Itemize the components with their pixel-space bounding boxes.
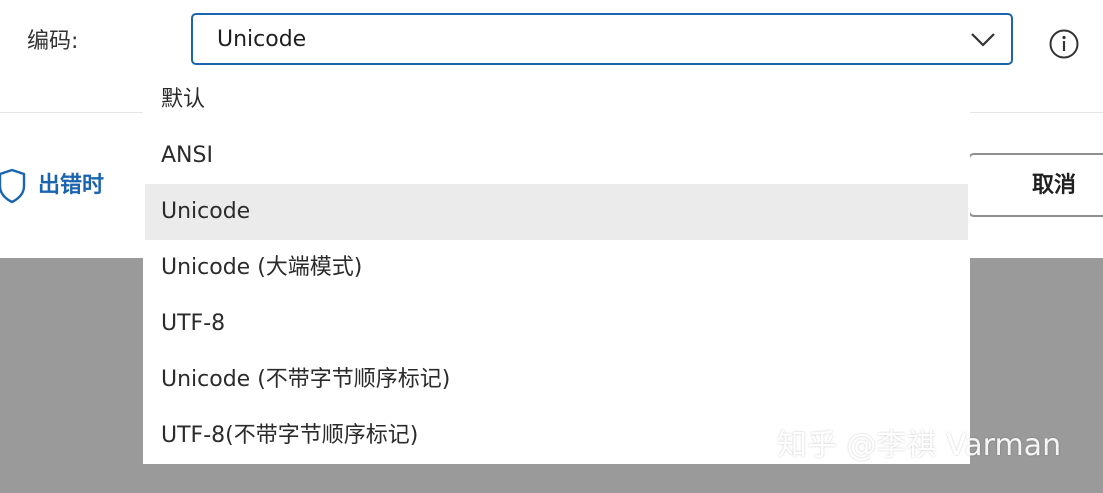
encoding-select[interactable]: Unicode: [191, 13, 1013, 65]
watermark-text: 知乎 @李祺 Varman: [777, 428, 1062, 463]
dropdown-option-default[interactable]: 默认: [145, 72, 968, 128]
dropdown-option-utf8[interactable]: UTF-8: [145, 296, 968, 352]
cancel-button[interactable]: 取消: [968, 153, 1103, 217]
encoding-label: 编码:: [27, 29, 79, 54]
shield-icon: [0, 168, 26, 204]
encoding-dropdown-list: 默认 ANSI Unicode Unicode (大端模式) UTF-8 Uni…: [143, 72, 970, 464]
on-error-label: 出错时: [38, 173, 105, 198]
cancel-button-label: 取消: [1032, 173, 1077, 198]
dropdown-option-ansi[interactable]: ANSI: [145, 128, 968, 184]
on-error-link[interactable]: 出错时: [0, 168, 104, 204]
dropdown-option-unicode[interactable]: Unicode: [145, 184, 968, 240]
info-icon[interactable]: [1048, 28, 1080, 60]
encoding-select-value: Unicode: [217, 27, 307, 52]
dropdown-option-unicode-big-endian[interactable]: Unicode (大端模式): [145, 240, 968, 296]
chevron-down-icon: [971, 33, 995, 47]
dropdown-option-unicode-no-bom[interactable]: Unicode (不带字节顺序标记): [145, 352, 968, 408]
